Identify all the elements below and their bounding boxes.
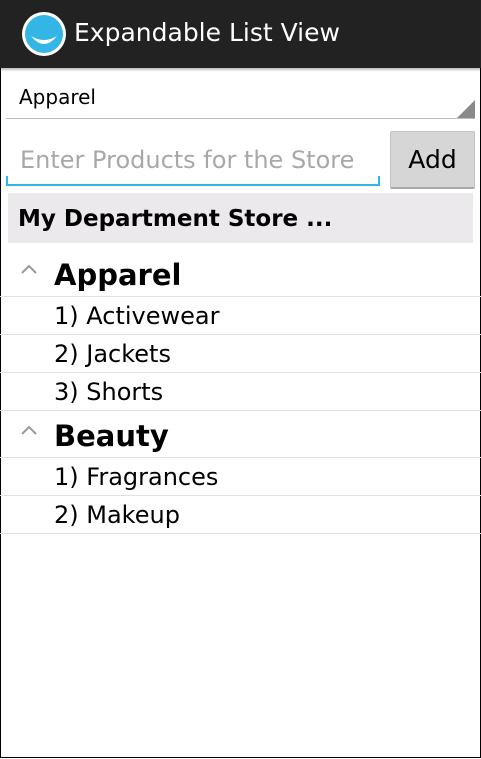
add-button[interactable]: Add [390,131,475,189]
category-spinner[interactable]: Apparel [6,80,475,119]
list-item[interactable]: 3) Shorts [0,373,481,411]
group-label: Beauty [54,419,169,453]
list-item[interactable]: 1) Fragrances [0,458,481,496]
product-input-placeholder: Enter Products for the Store [20,146,355,174]
list-header-title: My Department Store ... [18,206,333,232]
app-face-icon [22,12,66,56]
list-item-label: 1) Fragrances [54,463,219,491]
product-input[interactable]: Enter Products for the Store [6,138,380,186]
list-item[interactable]: 2) Jackets [0,335,481,373]
expandable-list: Apparel 1) Activewear 2) Jackets 3) Shor… [0,250,481,534]
action-bar: Expandable List View [0,0,481,68]
group-label: Apparel [54,258,182,292]
list-item-label: 3) Shorts [54,378,164,406]
app-title: Expandable List View [74,18,340,47]
group-row-apparel[interactable]: Apparel [0,250,481,297]
list-item[interactable]: 1) Activewear [0,297,481,335]
group-row-beauty[interactable]: Beauty [0,411,481,458]
chevron-up-icon[interactable] [20,262,38,276]
list-item[interactable]: 2) Makeup [0,496,481,534]
chevron-up-icon[interactable] [20,423,38,437]
list-header: My Department Store ... [8,193,473,243]
spinner-selected-value: Apparel [19,85,96,109]
list-item-label: 2) Makeup [54,501,180,529]
list-item-label: 2) Jackets [54,340,171,368]
dropdown-corner-icon [457,100,475,118]
list-item-label: 1) Activewear [54,302,220,330]
